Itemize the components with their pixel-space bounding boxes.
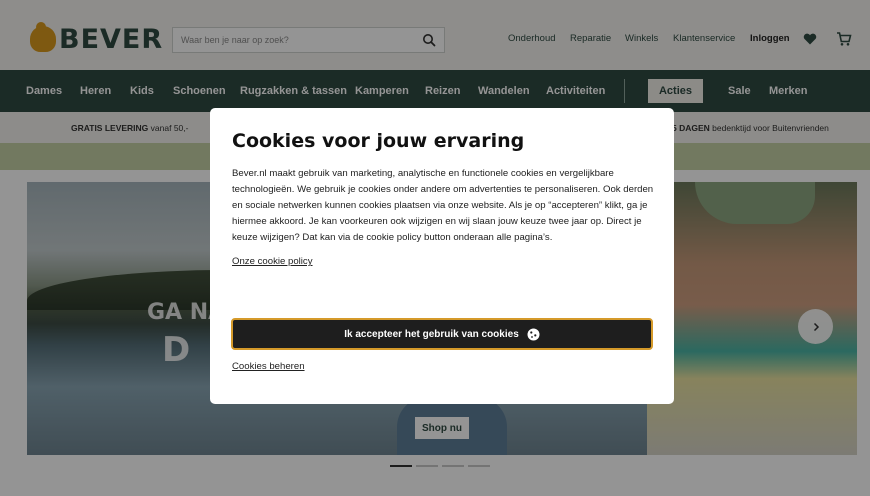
cookie-dialog-body: Bever.nl maakt gebruik van marketing, an…	[232, 168, 654, 243]
cookie-policy-link[interactable]: Onze cookie policy	[232, 256, 313, 267]
accept-cookies-button[interactable]: Ik accepteer het gebruik van cookies	[231, 318, 653, 350]
cookie-dialog-title: Cookies voor jouw ervaring	[232, 130, 525, 152]
accept-cookies-label: Ik accepteer het gebruik van cookies	[344, 328, 519, 340]
cookie-icon	[527, 328, 540, 340]
manage-cookies-link[interactable]: Cookies beheren	[232, 361, 305, 372]
cookie-consent-dialog: Cookies voor jouw ervaring Bever.nl maak…	[210, 108, 674, 404]
